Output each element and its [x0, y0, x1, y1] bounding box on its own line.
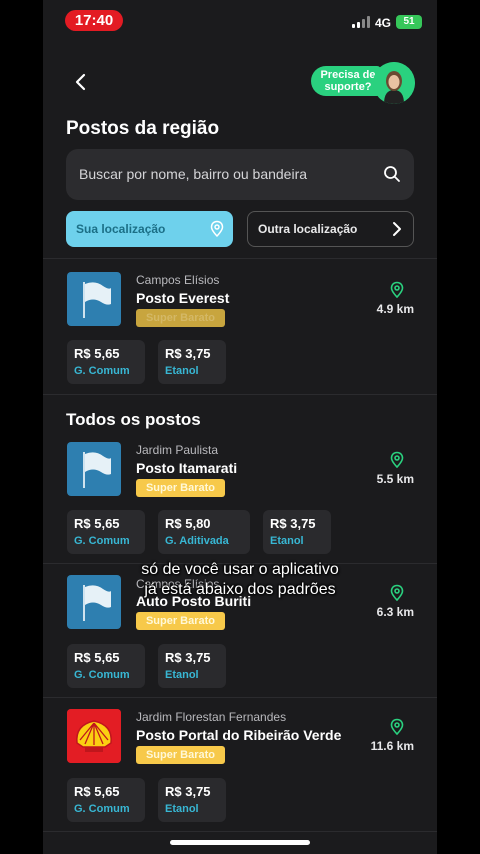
own-location-label: Sua localização: [76, 222, 166, 236]
battery-level: 51: [403, 16, 415, 27]
price-tag: R$ 5,65 G. Comum: [67, 778, 145, 822]
divider: [43, 831, 437, 832]
price-tag: R$ 5,65 G. Comum: [67, 340, 145, 384]
station-distance: 6.3 km: [376, 605, 414, 619]
support-avatar[interactable]: [373, 62, 415, 104]
other-location-button[interactable]: Outra localização: [247, 211, 414, 247]
station-district: Jardim Florestan Fernandes: [136, 710, 287, 724]
fuel-type: G. Comum: [74, 365, 130, 377]
fuel-type: Etanol: [165, 669, 199, 681]
fuel-type: G. Comum: [74, 669, 130, 681]
price-tag: R$ 5,65 G. Comum: [67, 510, 145, 554]
price-value: R$ 5,65: [74, 784, 120, 799]
divider: [43, 394, 437, 395]
cheap-badge: Super Barato: [136, 612, 225, 630]
price-value: R$ 5,65: [74, 650, 120, 665]
chevron-right-icon: [393, 222, 401, 236]
subtitle-line: só de você usar o aplicativo: [141, 561, 339, 578]
price-value: R$ 3,75: [165, 346, 211, 361]
search-input[interactable]: Buscar por nome, bairro ou bandeira: [66, 149, 414, 200]
featured-station-card[interactable]: Campos Elísios Posto Everest Super Barat…: [43, 258, 437, 393]
price-value: R$ 3,75: [165, 784, 211, 799]
station-name: Posto Itamarati: [136, 460, 238, 476]
flag-icon: [83, 282, 111, 318]
subtitle-line: já está abaixo dos padrões: [144, 581, 336, 598]
cheap-badge: Super Barato: [136, 309, 225, 327]
station-logo: [67, 709, 121, 763]
page-title: Postos da região: [66, 118, 220, 139]
station-distance: 4.9 km: [376, 302, 414, 316]
support-label: Precisa de suporte?: [320, 69, 376, 93]
support-button[interactable]: Precisa de suporte?: [311, 66, 381, 96]
flag-icon: [83, 452, 111, 488]
status-time: 17:40: [65, 10, 123, 31]
price-tag: R$ 5,65 G. Comum: [67, 644, 145, 688]
station-logo: [67, 442, 121, 496]
fuel-type: G. Aditivada: [165, 535, 229, 547]
station-card[interactable]: Jardim Florestan Fernandes Posto Portal …: [43, 697, 437, 831]
status-bar: 17:40 4G 51: [43, 0, 437, 40]
own-location-button[interactable]: Sua localização: [66, 211, 233, 247]
price-tag: R$ 5,80 G. Aditivada: [158, 510, 250, 554]
back-arrow-icon[interactable]: [71, 72, 91, 92]
station-district: Campos Elísios: [136, 273, 220, 287]
price-value: R$ 3,75: [270, 516, 316, 531]
search-icon[interactable]: [382, 164, 402, 184]
cheap-badge: Super Barato: [136, 479, 225, 497]
station-logo: [67, 272, 121, 326]
app-screen: 17:40 4G 51 Precisa de suporte? Postos d…: [43, 0, 437, 854]
home-indicator[interactable]: [170, 840, 310, 845]
price-value: R$ 5,65: [74, 516, 120, 531]
shell-logo-icon: [67, 709, 121, 763]
station-distance: 5.5 km: [376, 472, 414, 486]
fuel-type: Etanol: [270, 535, 304, 547]
price-tag: R$ 3,75 Etanol: [263, 510, 331, 554]
station-district: Jardim Paulista: [136, 443, 219, 457]
location-pin-icon: [210, 220, 224, 238]
fuel-type: G. Comum: [74, 803, 130, 815]
station-distance: 11.6 km: [370, 739, 414, 753]
price-tag: R$ 3,75 Etanol: [158, 778, 226, 822]
price-tag: R$ 3,75 Etanol: [158, 340, 226, 384]
location-pin-icon: [390, 451, 404, 469]
price-tag: R$ 3,75 Etanol: [158, 644, 226, 688]
fuel-type: Etanol: [165, 365, 199, 377]
price-value: R$ 5,80: [165, 516, 211, 531]
station-name: Posto Everest: [136, 290, 230, 306]
station-card[interactable]: Jardim Paulista Posto Itamarati Super Ba…: [43, 428, 437, 563]
location-pin-icon: [390, 281, 404, 299]
battery-indicator: 51: [396, 15, 422, 29]
section-title: Todos os postos: [66, 410, 201, 429]
other-location-label: Outra localização: [258, 222, 358, 236]
fuel-type: Etanol: [165, 803, 199, 815]
person-icon: [373, 62, 415, 104]
cheap-badge: Super Barato: [136, 746, 225, 764]
price-value: R$ 5,65: [74, 346, 120, 361]
station-name: Posto Portal do Ribeirão Verde: [136, 727, 342, 743]
search-placeholder: Buscar por nome, bairro ou bandeira: [79, 166, 308, 182]
signal-icon: [352, 16, 370, 28]
location-pin-icon: [390, 718, 404, 736]
video-subtitles: só de você usar o aplicativo já está aba…: [0, 560, 480, 600]
price-value: R$ 3,75: [165, 650, 211, 665]
network-type: 4G: [374, 16, 391, 30]
fuel-type: G. Comum: [74, 535, 130, 547]
